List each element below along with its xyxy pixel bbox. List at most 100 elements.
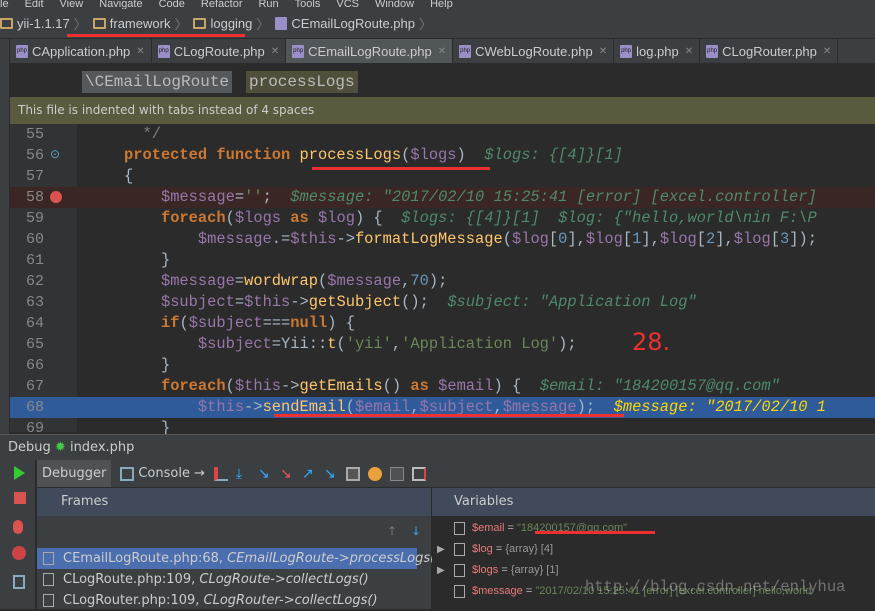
tab-console[interactable]: Console → bbox=[111, 460, 210, 487]
menu-item-2[interactable]: View bbox=[60, 0, 84, 10]
variable-icon bbox=[454, 522, 465, 535]
close-icon[interactable]: ✕ bbox=[599, 46, 607, 57]
menu-item-10[interactable]: Help bbox=[430, 0, 453, 10]
expand-arrow-icon[interactable]: ▶ bbox=[437, 539, 445, 560]
expand-arrow-icon[interactable]: ▶ bbox=[437, 560, 445, 581]
close-icon[interactable]: ✕ bbox=[136, 46, 144, 57]
frame-item[interactable]: CLogRoute.php:109, CLogRoute->collectLog… bbox=[37, 569, 417, 590]
code-token: ); bbox=[428, 272, 448, 290]
step-into-icon[interactable]: ↘ bbox=[258, 467, 272, 481]
code-line: 67 foreach($this->getEmails() as $email)… bbox=[10, 376, 875, 397]
line-number: 67 bbox=[25, 378, 44, 395]
close-icon[interactable]: ✕ bbox=[271, 46, 279, 57]
code-line: 55 */ bbox=[10, 124, 875, 145]
breadcrumb-item[interactable]: logging 〉 bbox=[193, 14, 269, 33]
code-token: 3 bbox=[779, 230, 790, 248]
code-text: protected function processLogs($logs) $l… bbox=[124, 145, 623, 166]
settings-icon[interactable] bbox=[411, 466, 426, 481]
menu-item-3[interactable]: Navigate bbox=[99, 0, 142, 10]
watch-icon[interactable] bbox=[367, 466, 382, 481]
override-icon[interactable]: ⊙ bbox=[50, 145, 60, 166]
show-execution-point-icon[interactable] bbox=[213, 466, 228, 481]
tab-cemaillogroute[interactable]: php CEmailLogRoute.php ✕ bbox=[286, 39, 454, 63]
mute-breakpoints-icon[interactable] bbox=[12, 546, 26, 560]
nav-class[interactable]: \CEmailLogRoute bbox=[82, 71, 233, 93]
menu-item-9[interactable]: Window bbox=[375, 0, 414, 10]
code-editor[interactable]: 55 */56 protected function processLogs($l… bbox=[10, 124, 875, 437]
tab-cweblogroute[interactable]: php CWebLogRoute.php ✕ bbox=[453, 39, 615, 63]
code-token: , bbox=[391, 335, 402, 353]
down-arrow-icon[interactable]: ↓ bbox=[411, 524, 421, 538]
breadcrumb-item[interactable]: yii-1.1.17 〉 bbox=[0, 14, 87, 33]
variable-row[interactable]: $email = "184200157@qq.com" bbox=[432, 518, 875, 539]
evaluate-icon[interactable] bbox=[345, 466, 360, 481]
frame-item[interactable]: CLogRouter.php:109, CLogRouter->collectL… bbox=[37, 590, 417, 611]
up-arrow-icon[interactable]: ↑ bbox=[387, 524, 397, 538]
close-icon[interactable]: ✕ bbox=[823, 46, 831, 57]
breakpoints-icon[interactable] bbox=[13, 520, 23, 534]
frame-file: CLogRoute.php:109, bbox=[63, 572, 196, 587]
frame-file: CLogRouter.php:109, bbox=[63, 593, 200, 608]
variable-type: {array} [4] bbox=[505, 543, 554, 555]
step-over-icon[interactable]: ⤓ bbox=[236, 467, 250, 481]
resume-icon[interactable] bbox=[14, 466, 25, 480]
code-token: foreach bbox=[160, 209, 226, 227]
variable-eq: = bbox=[522, 585, 536, 597]
console-icon bbox=[120, 466, 135, 481]
annotation-number: 28. bbox=[632, 328, 671, 356]
code-text: foreach($logs as $log) { $logs: {[4]}[1]… bbox=[124, 208, 817, 229]
step-out-icon[interactable]: ↗ bbox=[302, 467, 316, 481]
toggle-icon[interactable] bbox=[389, 466, 404, 481]
layout-icon[interactable] bbox=[13, 575, 25, 589]
code-token: () bbox=[382, 377, 402, 395]
variable-row[interactable]: ▶ $log = {array} [4] bbox=[432, 539, 875, 560]
frame-icon bbox=[43, 552, 54, 565]
close-icon[interactable]: ✕ bbox=[438, 46, 446, 57]
code-token: protected function bbox=[124, 146, 300, 164]
debug-label: Debug bbox=[8, 440, 51, 455]
tab-clogroute[interactable]: php CLogRoute.php ✕ bbox=[152, 39, 287, 63]
run-to-cursor-icon[interactable]: ↘ bbox=[324, 467, 338, 481]
code-token: $subject bbox=[197, 335, 272, 353]
frame-item[interactable]: CEmailLogRoute.php:68, CEmailLogRoute->p… bbox=[37, 548, 440, 569]
chevron-right-icon: 〉 bbox=[419, 17, 433, 32]
stop-icon[interactable] bbox=[14, 492, 26, 504]
breakpoint-icon[interactable] bbox=[50, 191, 62, 203]
menu-item-8[interactable]: VCS bbox=[336, 0, 359, 10]
code-token: ], bbox=[567, 230, 586, 248]
code-token: } bbox=[124, 251, 171, 269]
variable-name: $email bbox=[472, 522, 505, 534]
code-text: } bbox=[124, 355, 170, 376]
breadcrumb-item[interactable]: framework 〉 bbox=[92, 14, 187, 33]
code-token: 70 bbox=[410, 272, 429, 290]
tab-debugger[interactable]: Debugger bbox=[37, 460, 112, 487]
frame-file: CEmailLogRoute.php:68, bbox=[63, 551, 224, 566]
code-token: $this bbox=[290, 230, 337, 248]
close-icon[interactable]: ✕ bbox=[685, 46, 693, 57]
code-text: $subject=$this->getSubject(); $subject: … bbox=[124, 292, 697, 313]
code-line: 60 $message.=$this->formatLogMessage($lo… bbox=[10, 229, 875, 250]
menu-item-7[interactable]: Tools bbox=[295, 0, 321, 10]
tab-capplication[interactable]: php CApplication.php ✕ bbox=[10, 39, 152, 63]
breadcrumb-label: yii-1.1.17 bbox=[17, 16, 70, 31]
code-token: ( bbox=[401, 146, 411, 164]
tab-clogrouter[interactable]: php CLogRouter.php ✕ bbox=[700, 39, 839, 63]
code-token: $this bbox=[244, 293, 291, 311]
menu-item-4[interactable]: Code bbox=[159, 0, 185, 10]
breadcrumb-item[interactable]: CEmailLogRoute.php 〉 bbox=[275, 14, 432, 33]
menu-item-6[interactable]: Run bbox=[258, 0, 278, 10]
tab-log[interactable]: php log.php ✕ bbox=[614, 39, 701, 63]
nav-method[interactable]: processLogs bbox=[246, 71, 358, 93]
menu-item-5[interactable]: Refactor bbox=[201, 0, 243, 10]
code-token: ( bbox=[336, 335, 346, 353]
code-token: $message bbox=[327, 272, 402, 290]
code-token: ( bbox=[317, 272, 328, 290]
force-step-into-icon[interactable]: ↘ bbox=[280, 467, 294, 481]
menu-item-1[interactable]: Edit bbox=[25, 0, 44, 10]
php-file-icon: php bbox=[16, 44, 28, 58]
menu-item-0[interactable]: le bbox=[0, 0, 9, 10]
code-token: $subject bbox=[160, 293, 235, 311]
